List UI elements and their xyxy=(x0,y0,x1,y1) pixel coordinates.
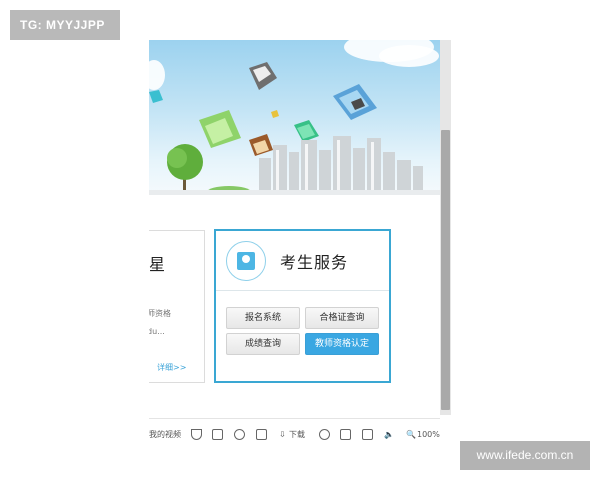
banner-illustration xyxy=(149,62,440,195)
left-info-card: 星 师资格 du... 详细>> xyxy=(149,230,205,383)
left-card-description: 师资格 du... xyxy=(149,305,171,341)
left-card-desc-line2: du... xyxy=(149,327,165,336)
image-icon[interactable] xyxy=(212,429,223,440)
score-query-button[interactable]: 成绩查询 xyxy=(226,333,300,355)
exam-services-header: 考生服务 xyxy=(216,231,389,291)
teacher-certification-button[interactable]: 教师资格认定 xyxy=(305,333,379,355)
window-icon[interactable] xyxy=(362,429,373,440)
download-icon[interactable]: ⇩ xyxy=(279,428,286,442)
download-button[interactable]: 下载 xyxy=(289,428,305,442)
hero-banner xyxy=(149,40,440,195)
scrollbar-thumb[interactable] xyxy=(441,130,450,410)
zoom-icon[interactable]: 🔍 xyxy=(406,428,416,442)
watermark-top-left: TG: MYYJJPP xyxy=(10,10,120,40)
registration-system-button[interactable]: 报名系统 xyxy=(226,307,300,329)
watermark-bottom-right: www.ifede.com.cn xyxy=(460,441,590,470)
certificate-query-button[interactable]: 合格证查询 xyxy=(305,307,379,329)
left-card-desc-line1: 师资格 xyxy=(149,309,171,318)
vertical-scrollbar[interactable] xyxy=(440,40,451,415)
exam-services-title: 考生服务 xyxy=(280,253,349,272)
exam-services-card: 考生服务 报名系统 合格证查询 成绩查询 教师资格认定 xyxy=(214,229,391,383)
heart-rate-icon[interactable] xyxy=(234,429,245,440)
screenshot-page: TG: MYYJJPP 星 师资格 du... 详细>> 考生服务 报名系统 合… xyxy=(0,0,600,480)
my-videos-button[interactable]: 我的视频 xyxy=(149,428,181,442)
contact-book-icon xyxy=(237,252,255,270)
shield-icon[interactable] xyxy=(191,429,202,440)
extension-icon[interactable] xyxy=(256,429,267,440)
left-card-title: 星 xyxy=(149,255,166,274)
browser-content: 星 师资格 du... 详细>> 考生服务 报名系统 合格证查询 成绩查询 教师… xyxy=(149,40,451,452)
icon-circle xyxy=(226,241,266,281)
left-card-more-link[interactable]: 详细>> xyxy=(157,362,186,373)
bottom-toolbar: 我的视频 ⇩ 下载 🔈 🔍 100% xyxy=(149,418,440,452)
copy-icon[interactable] xyxy=(340,429,351,440)
game-icon[interactable] xyxy=(319,429,330,440)
speaker-icon[interactable]: 🔈 xyxy=(384,428,394,442)
zoom-level[interactable]: 100% xyxy=(417,428,440,442)
